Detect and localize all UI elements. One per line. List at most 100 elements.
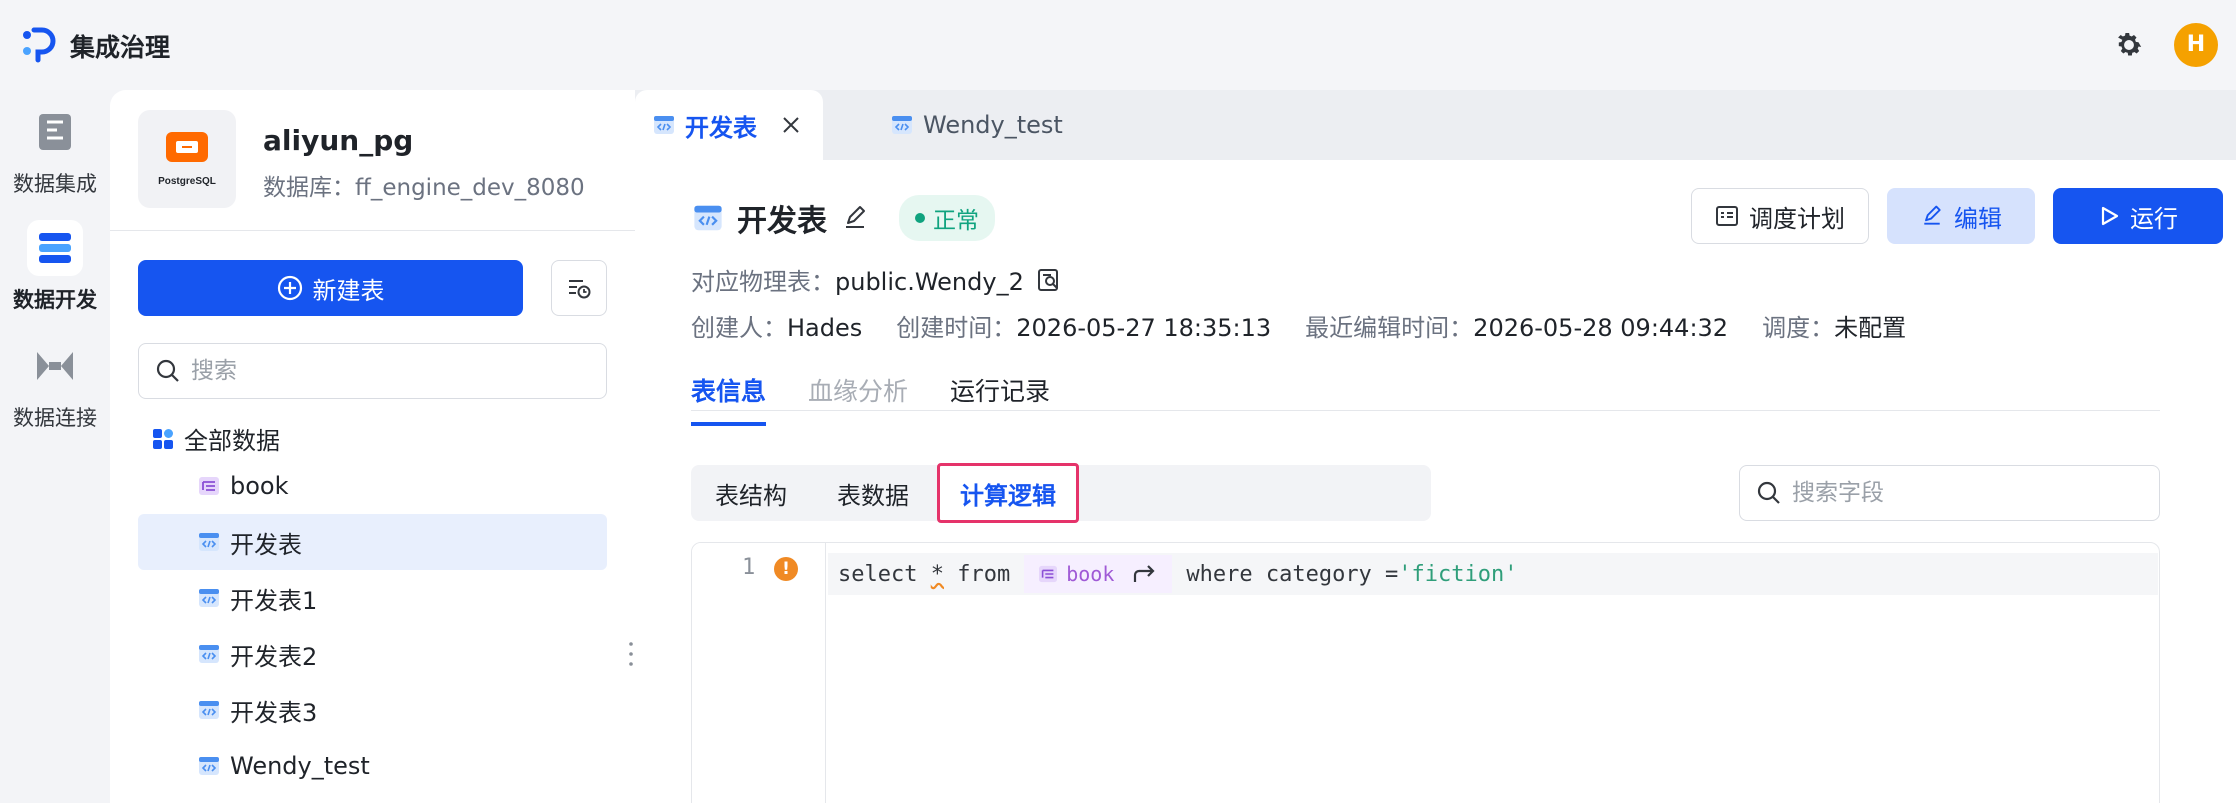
table-chip-label: book <box>1066 562 1115 586</box>
plus-circle-icon <box>277 275 302 301</box>
divider <box>110 230 635 231</box>
tree-item-wendy-test[interactable]: Wendy_test <box>138 738 607 794</box>
table-icon <box>199 477 219 495</box>
connection-icon <box>27 338 83 394</box>
code-line[interactable]: select * from book where category ='fictio… <box>828 553 2158 595</box>
db-name: aliyun_pg <box>263 124 414 157</box>
editor-gutter: 1 ! <box>692 543 826 803</box>
tree-item-label: book <box>230 472 289 500</box>
subtab-logic[interactable]: 计算逻辑 <box>937 463 1079 523</box>
tree-item-label: 开发表1 <box>230 586 318 615</box>
code-token: from <box>943 561 1011 587</box>
schedule-plan-label: 调度计划 <box>1749 204 1845 233</box>
table-reference-chip[interactable]: book <box>1024 555 1173 593</box>
run-button[interactable]: 运行 <box>2053 188 2223 244</box>
tab-label: Wendy_test <box>923 111 1063 139</box>
jump-arrow-icon[interactable] <box>1132 563 1158 585</box>
gear-icon[interactable] <box>2112 28 2146 62</box>
line-number: 1 <box>742 555 756 580</box>
tab-lineage[interactable]: 血缘分析 <box>808 372 908 426</box>
top-bar: 集成治理 H <box>0 0 2236 90</box>
search-input[interactable] <box>191 358 571 384</box>
nav-label-development: 数据开发 <box>13 288 97 312</box>
field-search[interactable] <box>1739 465 2160 521</box>
tab-wendy-test[interactable]: Wendy_test <box>873 90 1063 160</box>
subtab-data[interactable]: 表数据 <box>837 465 909 521</box>
meta-row: 创建人：Hades 创建时间：2026-05-27 18:35:13 最近编辑时… <box>691 308 1906 343</box>
code-file-icon <box>892 116 912 134</box>
tree-item-label: 开发表2 <box>230 642 318 671</box>
integration-icon <box>27 104 83 160</box>
tree-item-label: Wendy_test <box>230 752 370 780</box>
tree-item-label: 开发表3 <box>230 698 318 727</box>
code-file-icon <box>199 589 219 607</box>
title-row: 开发表 正常 <box>693 195 995 241</box>
created-time-value: 2026-05-27 18:35:13 <box>1016 314 1272 342</box>
code-file-icon <box>654 116 674 134</box>
tree-item-dev3[interactable]: 开发表3 <box>138 682 607 738</box>
tabs-divider <box>691 410 2160 411</box>
code-file-icon <box>199 757 219 775</box>
edit-pencil-icon[interactable] <box>841 204 869 232</box>
sidebar-search[interactable] <box>138 343 607 399</box>
search-doc-icon[interactable] <box>1036 267 1062 293</box>
grid-icon <box>153 428 173 449</box>
tree-item-dev1[interactable]: 开发表1 <box>138 570 607 626</box>
run-label: 运行 <box>2130 204 2178 233</box>
warning-icon[interactable]: ! <box>774 557 798 581</box>
edit-button[interactable]: 编辑 <box>1887 188 2035 244</box>
schedule-plan-button[interactable]: 调度计划 <box>1691 188 1869 244</box>
tab-dev-table[interactable]: 开发表 <box>635 90 823 160</box>
nav-label-integration: 数据集成 <box>13 172 97 196</box>
search-icon <box>1757 481 1780 504</box>
nav-item-integration[interactable]: 数据集成 <box>0 104 110 198</box>
code-file-icon <box>199 533 219 551</box>
table-icon <box>1039 565 1058 583</box>
tab-run-records[interactable]: 运行记录 <box>950 372 1050 426</box>
tab-table-info[interactable]: 表信息 <box>691 372 767 426</box>
tree-item-book[interactable]: book <box>138 458 607 514</box>
physical-table-row: 对应物理表：public.Wendy_2 <box>691 262 1062 297</box>
tab-bar: 开发表 Wendy_test <box>635 90 2236 160</box>
tree-item-dev[interactable]: 开发表 <box>138 514 607 570</box>
db-logo-text: PostgreSQL <box>158 176 216 187</box>
created-time-label: 创建时间： <box>896 314 1017 342</box>
edit-pencil-icon <box>1924 205 1941 225</box>
physical-table-value: public.Wendy_2 <box>835 268 1024 296</box>
sub-tabs: 表结构 表数据 计算逻辑 <box>691 463 1431 523</box>
page-title: 开发表 <box>737 204 827 239</box>
code-file-icon <box>199 701 219 719</box>
tree-item-label: 开发表 <box>230 530 302 559</box>
subtab-structure[interactable]: 表结构 <box>715 465 787 521</box>
new-table-label: 新建表 <box>312 276 385 305</box>
tab-label: 开发表 <box>685 113 757 142</box>
code-token-star: * <box>930 561 944 587</box>
creator-value: Hades <box>787 314 863 342</box>
db-subtitle: 数据库：ff_engine_dev_8080 <box>263 175 585 201</box>
tree-root[interactable]: 全部数据 <box>152 421 280 456</box>
sidebar: PostgreSQL aliyun_pg 数据库：ff_engine_dev_8… <box>110 90 635 803</box>
tree-item-dev2[interactable]: 开发表2 <box>138 626 607 682</box>
field-search-input[interactable] <box>1792 480 2132 506</box>
nav-item-development[interactable]: 数据开发 <box>0 220 110 314</box>
nav-item-connection[interactable]: 数据连接 <box>0 338 110 432</box>
main-panel: 开发表 Wendy_test 开发表 正常 调度计划 编辑 运行 对应物理表：p… <box>635 90 2236 803</box>
new-table-button[interactable]: 新建表 <box>138 260 523 316</box>
avatar[interactable]: H <box>2174 23 2218 67</box>
history-filter-button[interactable] <box>551 260 607 316</box>
edit-label: 编辑 <box>1954 204 2002 233</box>
nav-label-connection: 数据连接 <box>13 406 97 430</box>
code-token: where category = <box>1186 561 1399 587</box>
code-editor[interactable]: 1 ! select * from book where category ='fi… <box>691 542 2160 803</box>
physical-table-label: 对应物理表： <box>691 268 835 296</box>
left-nav: 数据集成 数据开发 数据连接 <box>0 90 110 803</box>
code-file-icon <box>694 205 722 231</box>
app-title: 集成治理 <box>70 33 171 62</box>
list-clock-icon <box>569 280 591 299</box>
play-icon <box>2101 206 2119 226</box>
status-dot <box>915 213 925 223</box>
main-tabs: 表信息 血缘分析 运行记录 <box>691 372 1050 426</box>
close-icon[interactable] <box>781 115 801 135</box>
creator-label: 创建人： <box>691 314 787 342</box>
app-logo-icon <box>23 27 56 63</box>
